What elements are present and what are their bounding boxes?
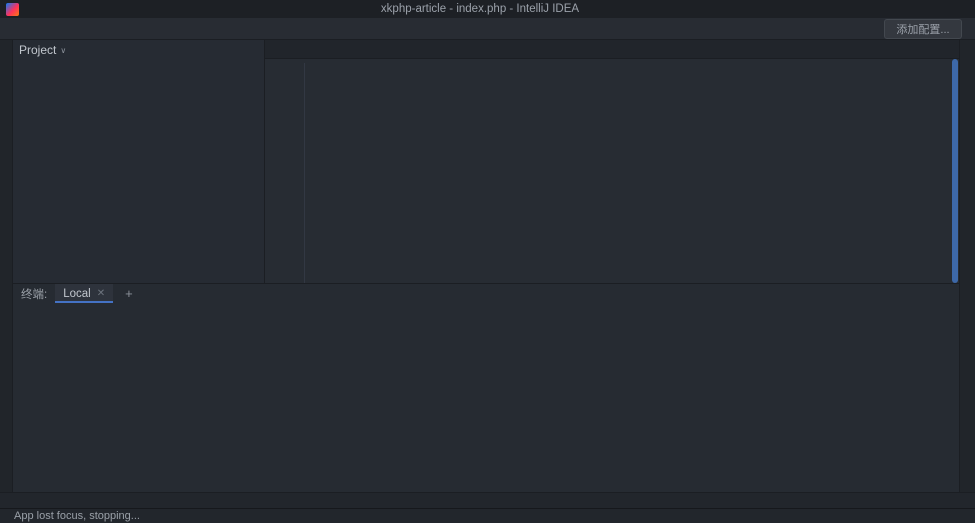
project-tree — [13, 60, 264, 283]
run-configuration-selector[interactable]: 添加配置... — [884, 19, 962, 39]
intellij-idea-logo — [6, 3, 19, 16]
project-panel-title[interactable]: Project∨ — [19, 43, 66, 57]
editor-scrollbar[interactable] — [952, 59, 958, 283]
terminal-panel: 终端: Local✕ + — [13, 283, 959, 492]
editor-tab-bar — [265, 40, 959, 59]
code-content — [305, 63, 959, 283]
code-editor[interactable] — [265, 59, 959, 283]
chevron-down-icon: ∨ — [60, 46, 66, 55]
close-icon[interactable]: ✕ — [97, 288, 105, 299]
status-bar: App lost focus, stopping... — [0, 508, 975, 523]
terminal-output — [13, 303, 959, 492]
navigation-bar: 添加配置... — [0, 18, 975, 40]
left-toolwindow-stripe — [0, 40, 13, 492]
project-panel: Project∨ — [13, 40, 265, 283]
editor-area — [265, 40, 959, 283]
window-title: xkphp-article - index.php - IntelliJ IDE… — [25, 3, 975, 15]
terminal-header: 终端: Local✕ + — [13, 284, 959, 303]
right-toolwindow-stripe — [959, 40, 975, 492]
terminal-tab-local[interactable]: Local✕ — [55, 284, 113, 303]
run-toolbar: 添加配置... — [877, 19, 969, 39]
toolwindow-bar — [0, 492, 975, 508]
status-message: App lost focus, stopping... — [14, 510, 140, 522]
new-terminal-session-button[interactable]: + — [121, 286, 137, 301]
terminal-label: 终端: — [21, 286, 47, 302]
project-panel-header: Project∨ — [13, 40, 264, 60]
window-titlebar: xkphp-article - index.php - IntelliJ IDE… — [0, 0, 975, 18]
editor-gutter[interactable] — [265, 63, 305, 283]
